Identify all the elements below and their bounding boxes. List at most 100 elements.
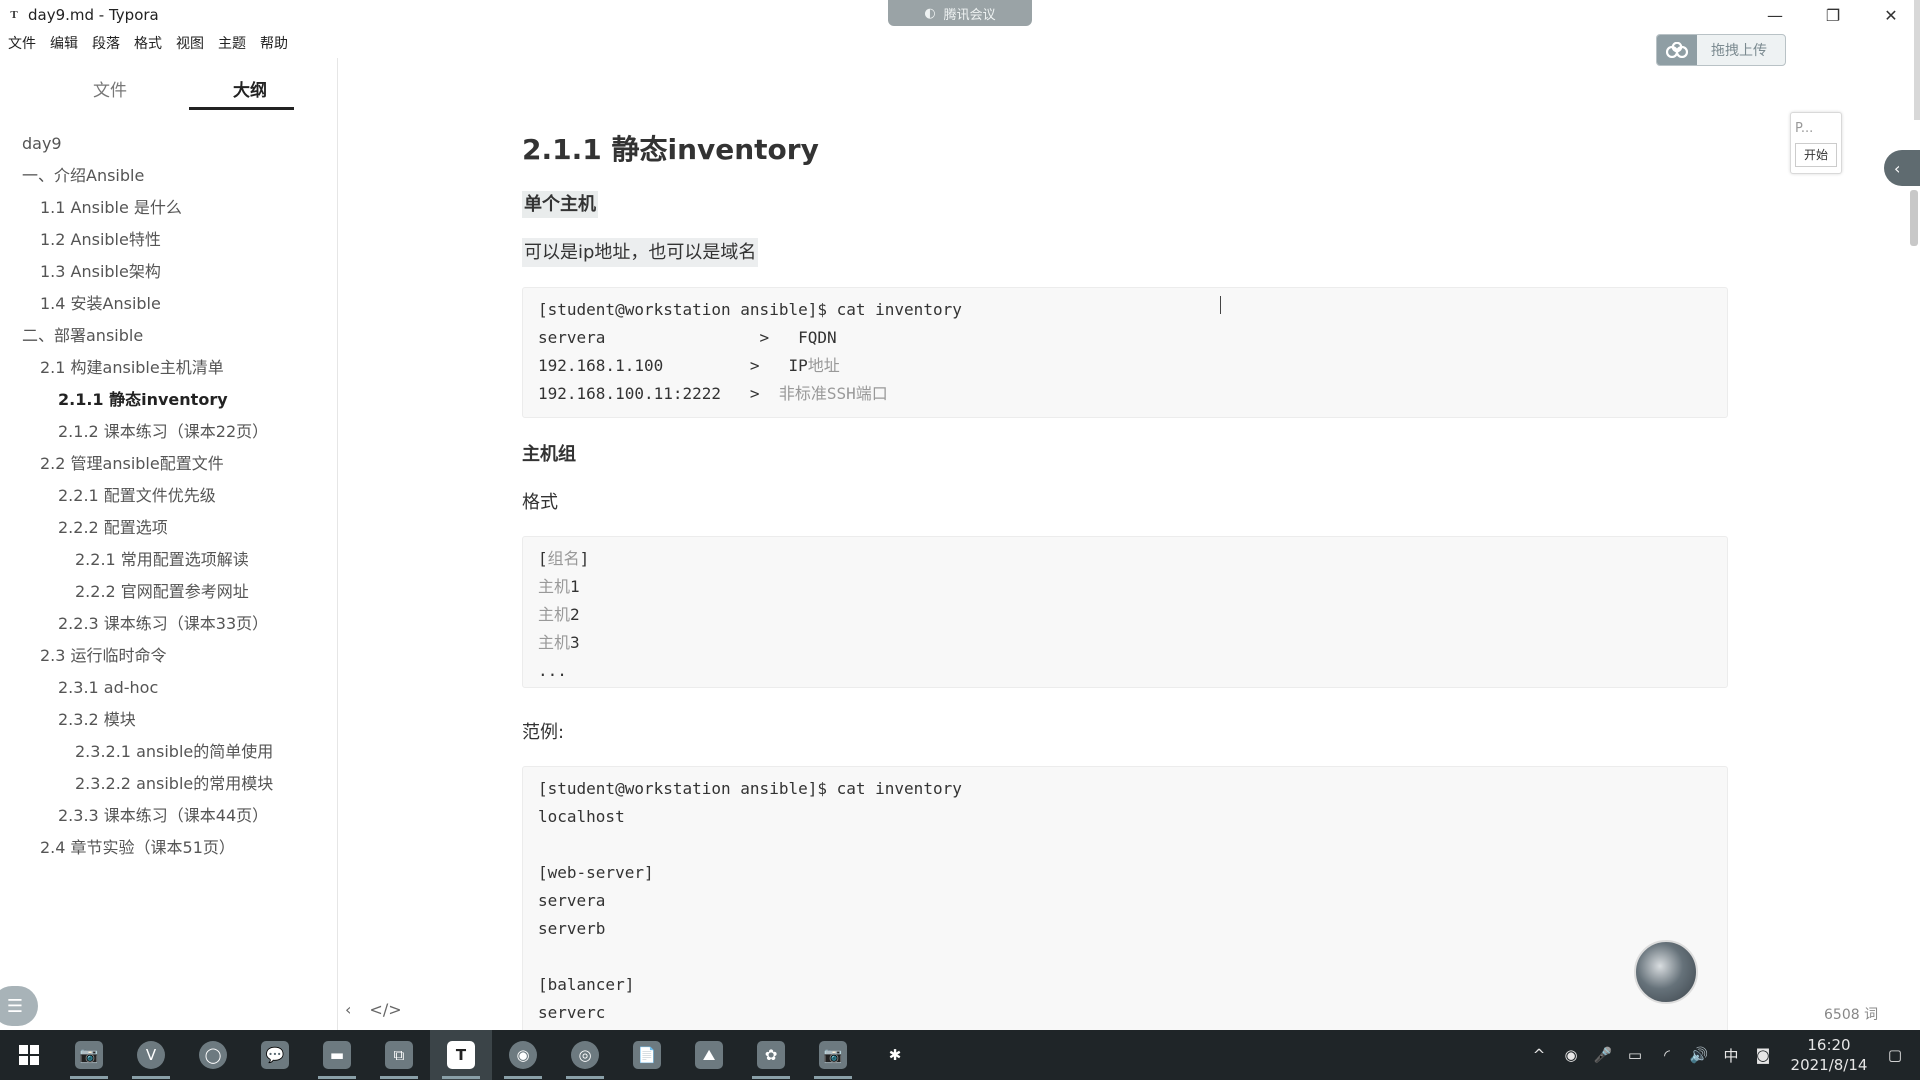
taskbar-app-vivaldi[interactable]: V (120, 1030, 182, 1080)
menu-format[interactable]: 格式 (134, 33, 162, 53)
minimize-button[interactable]: — (1746, 0, 1804, 30)
edge-expand-button[interactable]: ‹ (1884, 150, 1920, 186)
floating-menu-button[interactable]: ☰ (0, 986, 38, 1026)
outline-item[interactable]: 2.3.2 模块 (0, 704, 338, 736)
taskbar-app-9[interactable]: ◎ (554, 1030, 616, 1080)
word-count[interactable]: 6508 词 (1824, 1004, 1878, 1024)
circle-app-icon: ◯ (199, 1041, 227, 1069)
widget-start-button[interactable]: 开始 (1795, 143, 1837, 167)
show-hidden-icons-button[interactable]: ^ (1528, 1046, 1550, 1064)
close-button[interactable]: ✕ (1862, 0, 1920, 30)
code-line: serverc (538, 1003, 606, 1022)
code-line: 192.168.100.11:2222 > 非标准SSH端口 (538, 380, 1712, 408)
outline-item[interactable]: 1.3 Ansible架构 (0, 256, 338, 288)
swirl-app-icon: ◉ (509, 1041, 537, 1069)
code-text: 2 (570, 605, 580, 624)
outline-item[interactable]: 2.2.2 配置选项 (0, 512, 338, 544)
outline-item[interactable]: 2.2.1 常用配置选项解读 (0, 544, 338, 576)
single-host-title-text: 单个主机 (522, 191, 598, 218)
outline-item[interactable]: 2.1 构建ansible主机清单 (0, 352, 338, 384)
scrollbar-thumb[interactable] (1910, 190, 1918, 246)
menu-view[interactable]: 视图 (176, 33, 204, 53)
taskbar-app-photo[interactable]: 📷 (58, 1030, 120, 1080)
clock[interactable]: 16:20 2021/8/14 (1784, 1035, 1874, 1075)
camera-tray-icon[interactable]: ◉ (1560, 1046, 1582, 1064)
chevron-left-icon: ‹ (1894, 158, 1901, 178)
floating-widget[interactable]: P... 开始 (1790, 112, 1842, 174)
tab-outline[interactable]: 大纲 (180, 72, 320, 112)
code-text: ... (538, 661, 567, 680)
outline-item[interactable]: 二、部署ansible (0, 320, 338, 352)
outline-item[interactable]: 2.2.3 课本练习（课本33页） (0, 608, 338, 640)
taskbar-app-11[interactable]: ⛰ (678, 1030, 740, 1080)
outline-item[interactable]: 2.4 章节实验（课本51页） (0, 832, 338, 864)
taskbar-app-baidu-cloud[interactable]: ✿ (740, 1030, 802, 1080)
network-icon[interactable]: ◜ (1656, 1046, 1678, 1064)
taskbar-app-circle[interactable]: ◯ (182, 1030, 244, 1080)
menu-paragraph[interactable]: 段落 (92, 33, 120, 53)
active-tab-indicator (189, 107, 294, 110)
outline-item[interactable]: 一、介绍Ansible (0, 160, 338, 192)
code-text: 1 (570, 577, 580, 596)
outline-item[interactable]: 1.1 Ansible 是什么 (0, 192, 338, 224)
outline-item[interactable]: 2.2.2 官网配置参考网址 (0, 576, 338, 608)
battery-icon[interactable]: ▭ (1624, 1046, 1646, 1064)
outline-item[interactable]: 2.1.2 课本练习（课本22页） (0, 416, 338, 448)
notification-icon[interactable]: ▢ (1884, 1046, 1906, 1064)
taskbar-app-13[interactable]: 📷 (802, 1030, 864, 1080)
ime-indicator[interactable]: 中 (1720, 1045, 1742, 1066)
outline-item[interactable]: 2.3 运行临时命令 (0, 640, 338, 672)
menu-file[interactable]: 文件 (8, 33, 36, 53)
editor[interactable]: 2.1.1 静态inventory 单个主机 可以是ip地址，也可以是域名 [s… (338, 58, 1920, 1030)
outline-item[interactable]: 2.3.2.2 ansible的常用模块 (0, 768, 338, 800)
code-line: 主机2 (538, 601, 1712, 629)
outline-item[interactable]: 1.4 安装Ansible (0, 288, 338, 320)
outline-item[interactable]: 2.2 管理ansible配置文件 (0, 448, 338, 480)
code-line: [web-server] (538, 863, 654, 882)
outline-item[interactable]: 2.3.2.1 ansible的简单使用 (0, 736, 338, 768)
typora-window: T day9.md - Typora ◐ 腾讯会议 — ❐ ✕ 文件 编辑 段落… (0, 0, 1920, 1080)
taskbar-app-wechat[interactable]: 💬 (244, 1030, 306, 1080)
taskbar-app-typora[interactable]: T (430, 1030, 492, 1080)
doc-heading: 2.1.1 静态inventory (522, 133, 819, 166)
menu-theme[interactable]: 主题 (218, 33, 246, 53)
window-controls: — ❐ ✕ (1746, 0, 1920, 30)
meeting-badge[interactable]: ◐ 腾讯会议 (888, 0, 1032, 26)
code-line: servera (538, 891, 606, 910)
host-group-title: 主机组 (522, 444, 576, 465)
code-text: 192.168.1.100 > IP (538, 356, 808, 375)
taskbar-app-8[interactable]: ◉ (492, 1030, 554, 1080)
outline-item[interactable]: 2.2.1 配置文件优先级 (0, 480, 338, 512)
taskbar-app-virtualbox[interactable]: ⧉ (368, 1030, 430, 1080)
outline-item[interactable]: day9 (0, 128, 338, 160)
code-block-single-host[interactable]: [student@workstation ansible]$ cat inven… (522, 287, 1728, 418)
taskbar-app-14[interactable]: ✱ (864, 1030, 926, 1080)
code-block-example[interactable]: [student@workstation ansible]$ cat inven… (522, 766, 1728, 1030)
tray-app-icon[interactable]: ◙ (1752, 1046, 1774, 1064)
dial-app-icon: ◎ (571, 1041, 599, 1069)
taskbar-app-notes[interactable]: 📄 (616, 1030, 678, 1080)
code-line: 主机3 (538, 629, 1712, 657)
sidebar: 文件 大纲 day9 一、介绍Ansible 1.1 Ansible 是什么 1… (0, 58, 338, 1030)
microphone-icon[interactable]: 🎤 (1592, 1046, 1614, 1064)
tab-files[interactable]: 文件 (40, 72, 180, 112)
volume-icon[interactable]: 🔊 (1688, 1046, 1710, 1064)
taskbar-app-explorer[interactable]: ▬ (306, 1030, 368, 1080)
outline-item[interactable]: 1.2 Ansible特性 (0, 224, 338, 256)
meeting-label: 腾讯会议 (943, 7, 996, 23)
outline-item-active[interactable]: 2.1.1 静态inventory (0, 384, 338, 416)
outline-item[interactable]: 2.3.1 ad-hoc (0, 672, 338, 704)
clock-date: 2021/8/14 (1790, 1056, 1868, 1074)
restore-button[interactable]: ❐ (1804, 0, 1862, 30)
single-host-desc: 可以是ip地址，也可以是域名 (522, 238, 759, 267)
text-cursor (1220, 296, 1222, 314)
code-line: serverb (538, 919, 606, 938)
menu-edit[interactable]: 编辑 (50, 33, 78, 53)
avatar[interactable] (1634, 940, 1698, 1004)
outline-item[interactable]: 2.3.3 课本练习（课本44页） (0, 800, 338, 832)
windows-start-button[interactable] (0, 1030, 58, 1080)
menu-help[interactable]: 帮助 (260, 33, 288, 53)
code-block-format[interactable]: [组名] 主机1 主机2 主机3 ... (522, 536, 1728, 688)
upload-label: 拖拽上传 (1711, 43, 1767, 59)
